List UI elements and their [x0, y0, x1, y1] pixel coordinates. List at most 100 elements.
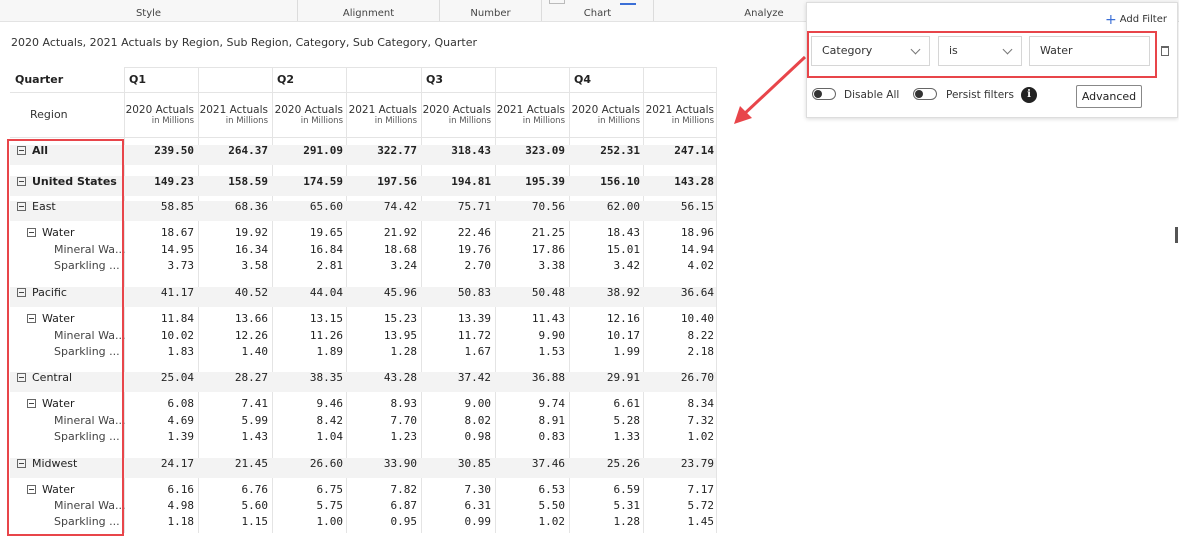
scrollbar-thumb[interactable] — [1175, 227, 1178, 243]
table-cell: 28.27 — [234, 371, 268, 384]
table-cell: 9.90 — [538, 329, 566, 342]
table-cell: 30.85 — [457, 457, 491, 470]
table-cell: 9.74 — [538, 397, 566, 410]
column-header-title: 2020 Actuals — [571, 104, 640, 116]
table-cell: 12.26 — [234, 329, 268, 342]
table-cell: 5.60 — [241, 499, 269, 512]
table-cell: 1.15 — [241, 515, 269, 528]
delete-filter-icon[interactable] — [1161, 46, 1169, 56]
row-labels-highlight — [7, 139, 124, 536]
table-cell: 25.04 — [160, 371, 194, 384]
quarter-header-q3[interactable]: Q3 — [426, 73, 443, 86]
table-cell: 5.50 — [538, 499, 566, 512]
column-header-title: 2021 Actuals — [199, 104, 268, 116]
table-cell: 6.59 — [613, 483, 641, 496]
disable-all-toggle[interactable] — [812, 88, 836, 100]
column-header[interactable]: 2020 Actuals in Millions — [568, 104, 640, 126]
table-cell: 8.91 — [538, 414, 566, 427]
table-cell: 7.41 — [241, 397, 269, 410]
table-cell: 5.28 — [613, 414, 641, 427]
table-cell: 16.34 — [234, 243, 268, 256]
table-cell: 26.70 — [680, 371, 714, 384]
table-cell: 4.98 — [167, 499, 195, 512]
tab-chart[interactable]: Chart — [542, 0, 653, 21]
table-cell: 8.02 — [464, 414, 492, 427]
table-cell: 318.43 — [451, 144, 491, 157]
column-header[interactable]: 2021 Actuals in Millions — [196, 104, 268, 126]
column-header-title: 2021 Actuals — [496, 104, 565, 116]
table-cell: 38.92 — [606, 286, 640, 299]
table-cell: 156.10 — [600, 175, 640, 188]
column-header[interactable]: 2021 Actuals in Millions — [493, 104, 565, 126]
table-cell: 1.23 — [390, 430, 418, 443]
table-cell: 11.26 — [309, 329, 343, 342]
table-cell: 3.24 — [390, 259, 418, 272]
table-cell: 197.56 — [377, 175, 417, 188]
column-header[interactable]: 2021 Actuals in Millions — [642, 104, 714, 126]
table-cell: 1.04 — [316, 430, 344, 443]
table-cell: 2.70 — [464, 259, 492, 272]
column-header-unit: in Millions — [597, 116, 640, 126]
table-cell: 74.42 — [383, 200, 417, 213]
quarter-header-q2[interactable]: Q2 — [277, 73, 294, 86]
tab-alignment[interactable]: Alignment — [298, 0, 439, 21]
persist-filters-toggle[interactable] — [913, 88, 937, 100]
quarter-header-q1[interactable]: Q1 — [129, 73, 146, 86]
table-cell: 6.16 — [167, 483, 195, 496]
table-cell: 3.42 — [613, 259, 641, 272]
table-cell: 36.88 — [531, 371, 565, 384]
table-cell: 58.85 — [160, 200, 194, 213]
column-divider — [716, 67, 717, 533]
table-cell: 75.71 — [457, 200, 491, 213]
table-cell: 6.31 — [464, 499, 492, 512]
table-cell: 3.38 — [538, 259, 566, 272]
table-cell: 25.26 — [606, 457, 640, 470]
table-cell: 7.82 — [390, 483, 418, 496]
table-cell: 1.83 — [167, 345, 195, 358]
quarter-header-label: Quarter — [15, 73, 64, 86]
table-cell: 1.28 — [613, 515, 641, 528]
table-cell: 1.45 — [687, 515, 715, 528]
table-cell: 1.02 — [538, 515, 566, 528]
table-cell: 247.14 — [674, 144, 714, 157]
header-border — [10, 92, 716, 93]
table-cell: 5.75 — [316, 499, 344, 512]
tab-style[interactable]: Style — [0, 0, 297, 21]
region-header-label: Region — [30, 108, 68, 121]
table-cell: 1.02 — [687, 430, 715, 443]
header-border — [124, 67, 716, 68]
table-cell: 18.68 — [383, 243, 417, 256]
column-header[interactable]: 2020 Actuals in Millions — [122, 104, 194, 126]
table-cell: 10.02 — [160, 329, 194, 342]
table-cell: 10.40 — [680, 312, 714, 325]
table-cell: 264.37 — [228, 144, 268, 157]
table-cell: 1.33 — [613, 430, 641, 443]
quarter-header-q4[interactable]: Q4 — [574, 73, 591, 86]
table-cell: 6.75 — [316, 483, 344, 496]
table-cell: 6.08 — [167, 397, 195, 410]
column-header[interactable]: 2021 Actuals in Millions — [345, 104, 417, 126]
table-cell: 40.52 — [234, 286, 268, 299]
table-cell: 21.25 — [531, 226, 565, 239]
table-cell: 22.46 — [457, 226, 491, 239]
advanced-button[interactable]: Advanced — [1076, 85, 1142, 108]
table-cell: 50.48 — [531, 286, 565, 299]
table-cell: 8.42 — [316, 414, 344, 427]
column-header[interactable]: 2020 Actuals in Millions — [271, 104, 343, 126]
table-cell: 41.17 — [160, 286, 194, 299]
table-cell: 9.00 — [464, 397, 492, 410]
header-border — [10, 137, 716, 138]
column-header-unit: in Millions — [300, 116, 343, 126]
add-filter-button[interactable]: + Add Filter — [1105, 12, 1167, 28]
table-cell: 1.99 — [613, 345, 641, 358]
disable-all-label: Disable All — [844, 89, 900, 101]
persist-filters-label: Persist filters — [946, 89, 1014, 101]
table-cell: 11.72 — [457, 329, 491, 342]
info-icon[interactable]: i — [1021, 87, 1037, 103]
table-cell: 18.67 — [160, 226, 194, 239]
table-cell: 6.61 — [613, 397, 641, 410]
table-cell: 56.15 — [680, 200, 714, 213]
column-header[interactable]: 2020 Actuals in Millions — [419, 104, 491, 126]
table-cell: 18.43 — [606, 226, 640, 239]
tab-number[interactable]: Number — [440, 0, 541, 21]
